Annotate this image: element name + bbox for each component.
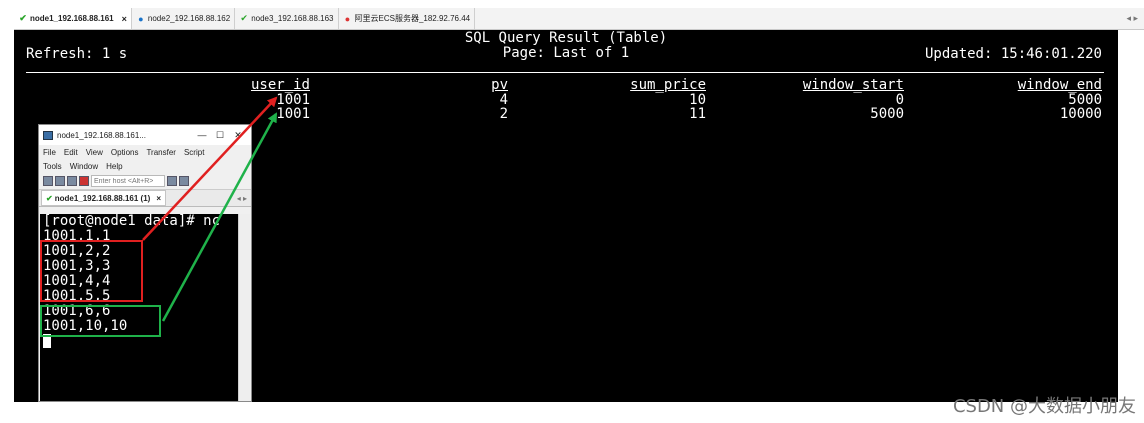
terminal-app-icon — [43, 130, 53, 140]
paste-icon[interactable] — [179, 176, 189, 186]
toolbar — [39, 173, 251, 189]
updated-time: Updated: 15:46:01.220 — [924, 46, 1102, 62]
green-highlight-box — [40, 305, 161, 337]
tab-aliyun-ecs[interactable]: ● 阿里云ECS服务器_182.92.76.44 — [339, 8, 476, 29]
disconnect-icon[interactable] — [79, 176, 89, 186]
error-icon: ● — [344, 13, 351, 24]
table-cell: 5000 — [870, 106, 904, 122]
crt-scrollbar[interactable] — [238, 214, 250, 401]
table-cell: 10000 — [1059, 106, 1102, 122]
crt-tab-bar: ✔ node1_192.168.88.161 (1) × ◂ ▸ — [39, 189, 251, 207]
menu-file[interactable]: File — [43, 148, 56, 157]
tab-node1[interactable]: ✔ node1_192.168.88.161 × — [14, 8, 132, 29]
tab-node3[interactable]: ✔ node3_192.168.88.163 — [235, 8, 339, 29]
table-cell: 0 — [895, 92, 904, 108]
check-icon: ✔ — [240, 13, 248, 23]
shell-prompt: [root@node1 data]# nc — [43, 214, 221, 229]
tab-scroll-arrows[interactable]: ◂ ▸ — [1126, 13, 1138, 24]
column-header: window_end — [1017, 77, 1102, 93]
column-window-end: window_end 5000 10000 — [1018, 78, 1102, 121]
copy-icon[interactable] — [167, 176, 177, 186]
menu-tools[interactable]: Tools — [43, 162, 62, 171]
crt-tab-label: node1_192.168.88.161 (1) — [54, 193, 151, 203]
window-title: node1_192.168.88.161... — [57, 130, 146, 140]
column-pv: pv 4 2 — [491, 78, 508, 121]
red-highlight-box — [40, 240, 143, 302]
menu-options[interactable]: Options — [111, 148, 139, 157]
menu-help[interactable]: Help — [106, 162, 122, 171]
tab-node1-label: node1_192.168.88.161 — [30, 14, 114, 23]
header-divider — [26, 72, 1104, 73]
column-header: user_id — [250, 77, 310, 93]
connect-icon[interactable] — [43, 176, 53, 186]
column-header: window_start — [802, 77, 904, 93]
maximize-button[interactable]: ☐ — [211, 130, 229, 141]
menu-script[interactable]: Script — [184, 148, 204, 157]
info-icon: ● — [138, 13, 144, 24]
table-cell: 5000 — [1068, 92, 1102, 108]
quick-connect-icon[interactable] — [55, 176, 65, 186]
check-icon: ✔ — [19, 13, 27, 23]
menu-view[interactable]: View — [86, 148, 103, 157]
menu-window[interactable]: Window — [70, 162, 98, 171]
column-user-id: user_id 1001 1001 — [251, 78, 310, 121]
table-cell: 1001 — [276, 106, 310, 122]
column-header: sum_price — [630, 77, 706, 93]
menu-transfer[interactable]: Transfer — [146, 148, 176, 157]
column-header: pv — [491, 77, 508, 93]
column-window-start: window_start 0 5000 — [803, 78, 904, 121]
minimize-button[interactable]: — — [193, 130, 211, 140]
tab-node2-label: node2_192.168.88.162 — [147, 14, 231, 23]
table-cell: 4 — [499, 92, 508, 108]
menu-bar-row2: Tools Window Help — [39, 159, 251, 173]
tab-node3-label: node3_192.168.88.163 — [251, 14, 334, 23]
crt-tab-arrows[interactable]: ◂ ▸ — [237, 194, 247, 203]
crt-tab-close-icon[interactable]: × — [156, 194, 161, 203]
window-titlebar[interactable]: node1_192.168.88.161... — ☐ ✕ — [39, 125, 251, 145]
menu-edit[interactable]: Edit — [64, 148, 78, 157]
reconnect-icon[interactable] — [67, 176, 77, 186]
tab-node2[interactable]: ● node2_192.168.88.162 — [132, 8, 236, 29]
check-icon: ✔ — [46, 193, 53, 203]
table-cell: 10 — [689, 92, 706, 108]
watermark: CSDN @大数据小朋友 — [952, 396, 1136, 417]
table-cell: 2 — [499, 106, 508, 122]
close-button[interactable]: ✕ — [229, 130, 247, 141]
table-cell: 1001 — [276, 92, 310, 108]
tab-aliyun-label: 阿里云ECS服务器_182.92.76.44 — [354, 14, 471, 23]
column-sum-price: sum_price 10 11 — [630, 78, 706, 121]
session-tab-bar: ✔ node1_192.168.88.161 × ● node2_192.168… — [14, 8, 1144, 30]
result-title-line1: SQL Query Result (Table) — [464, 30, 668, 46]
table-cell: 11 — [689, 106, 706, 122]
tab-close-icon[interactable]: × — [122, 14, 127, 24]
refresh-interval: Refresh: 1 s — [26, 46, 128, 62]
host-input[interactable] — [91, 175, 165, 187]
crt-tab-node1[interactable]: ✔ node1_192.168.88.161 (1) × — [41, 190, 166, 206]
menu-bar: File Edit View Options Transfer Script — [39, 145, 251, 159]
